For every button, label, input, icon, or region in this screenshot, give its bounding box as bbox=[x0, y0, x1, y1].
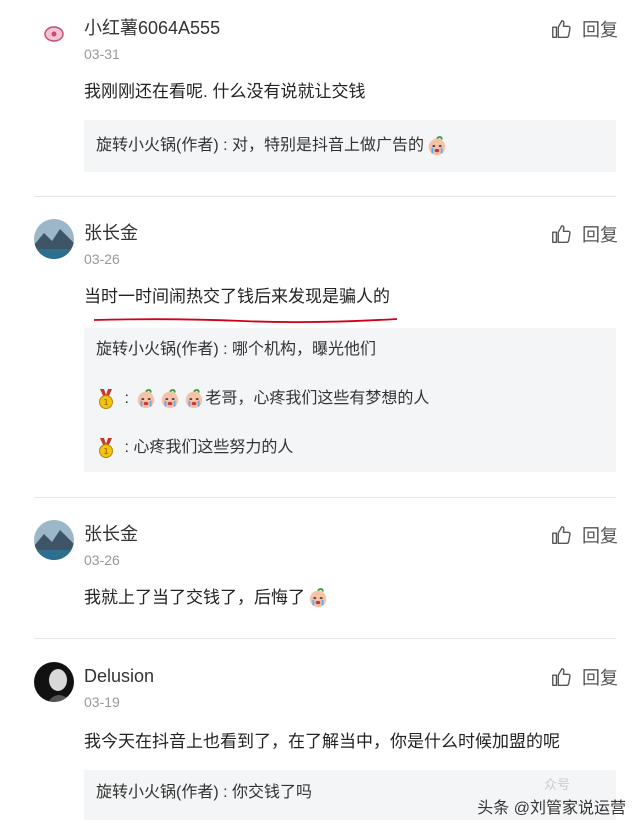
avatar[interactable] bbox=[34, 219, 74, 259]
comment-text-body: 我就上了当了交钱了，后悔了 bbox=[84, 588, 305, 607]
comment-actions: 回复 bbox=[550, 522, 618, 548]
reply-box: 旋转小火锅(作者) : 对，特别是抖音上做广告的 bbox=[84, 120, 616, 172]
comment-text: 我就上了当了交钱了，后悔了 bbox=[84, 586, 329, 610]
comment-actions: 回复 bbox=[550, 221, 618, 247]
reply-line: : 老哥，心疼我们这些有梦想的人 bbox=[96, 388, 429, 410]
comment-actions: 回复 bbox=[550, 16, 618, 42]
thumb-up-icon[interactable] bbox=[550, 223, 572, 245]
username[interactable]: Delusion bbox=[84, 665, 154, 687]
red-underline-annotation bbox=[93, 318, 398, 324]
divider bbox=[34, 196, 616, 197]
comment-date: 03-31 bbox=[84, 46, 120, 62]
thumb-up-icon[interactable] bbox=[550, 524, 572, 546]
username[interactable]: 小红薯6064A555 bbox=[84, 17, 220, 39]
reply-text: 老哥，心疼我们这些有梦想的人 bbox=[205, 390, 430, 407]
reply-text: 你交钱了吗 bbox=[232, 784, 313, 801]
reply-author[interactable]: 旋转小火锅(作者) bbox=[96, 339, 219, 361]
divider bbox=[34, 497, 616, 498]
medal-icon bbox=[96, 437, 116, 459]
crying-emoji-icon bbox=[135, 388, 157, 410]
reply-box: 旋转小火锅(作者) : 哪个机构，曝光他们 : 老哥，心疼我们这些有梦想的人 :… bbox=[84, 328, 616, 472]
reply-line: : 心疼我们这些努力的人 bbox=[96, 437, 293, 459]
reply-text: 哪个机构，曝光他们 bbox=[232, 341, 377, 358]
crying-emoji-icon bbox=[159, 388, 181, 410]
comment-text: 当时一时间闹热交了钱后来发现是骗人的 bbox=[84, 287, 390, 306]
reply-line: 旋转小火锅(作者) : 哪个机构，曝光他们 bbox=[96, 339, 376, 361]
comment-date: 03-26 bbox=[84, 552, 120, 568]
crying-emoji-icon bbox=[307, 587, 329, 609]
reply-text: 心疼我们这些努力的人 bbox=[133, 439, 294, 456]
reply-author[interactable]: 旋转小火锅(作者) bbox=[96, 782, 219, 804]
thumb-up-icon[interactable] bbox=[550, 18, 572, 40]
comment-text: 我刚刚还在看呢. 什么没有说就让交钱 bbox=[84, 82, 366, 101]
watermark-ghost: 众号 bbox=[543, 777, 570, 792]
comment-text: 我今天在抖音上也看到了，在了解当中，你是什么时候加盟的呢 bbox=[84, 732, 560, 751]
reply-separator: : bbox=[120, 390, 134, 407]
thumb-up-icon[interactable] bbox=[550, 666, 572, 688]
reply-separator: : bbox=[120, 439, 134, 456]
reply-button[interactable]: 回复 bbox=[582, 664, 618, 690]
avatar-landscape-icon bbox=[34, 219, 74, 259]
reply-separator: : bbox=[218, 784, 233, 801]
divider bbox=[34, 638, 616, 639]
avatar[interactable] bbox=[34, 520, 74, 560]
reply-button[interactable]: 回复 bbox=[582, 522, 618, 548]
reply-button[interactable]: 回复 bbox=[582, 16, 618, 42]
reply-line: 旋转小火锅(作者) : 对，特别是抖音上做广告的 bbox=[96, 135, 448, 157]
comment-date: 03-26 bbox=[84, 251, 120, 267]
crying-emoji-icon bbox=[183, 388, 205, 410]
reply-separator: : bbox=[218, 137, 233, 154]
watermark: 头条 @刘管家说运营 bbox=[477, 800, 626, 817]
comment-actions: 回复 bbox=[550, 664, 618, 690]
medal-icon bbox=[96, 388, 116, 410]
avatar-landscape-icon bbox=[34, 520, 74, 560]
username[interactable]: 张长金 bbox=[84, 222, 138, 244]
avatar[interactable] bbox=[34, 14, 74, 54]
crying-emoji-icon bbox=[426, 135, 448, 157]
reply-button[interactable]: 回复 bbox=[582, 221, 618, 247]
avatar-logo-icon bbox=[35, 15, 73, 53]
avatar-portrait-icon bbox=[34, 662, 74, 702]
reply-author[interactable]: 旋转小火锅(作者) bbox=[96, 135, 219, 157]
avatar[interactable] bbox=[34, 662, 74, 702]
reply-line: 旋转小火锅(作者) : 你交钱了吗 bbox=[96, 782, 312, 804]
comment-date: 03-19 bbox=[84, 694, 120, 710]
reply-text: 对，特别是抖音上做广告的 bbox=[232, 137, 425, 154]
username[interactable]: 张长金 bbox=[84, 523, 138, 545]
reply-separator: : bbox=[218, 341, 233, 358]
